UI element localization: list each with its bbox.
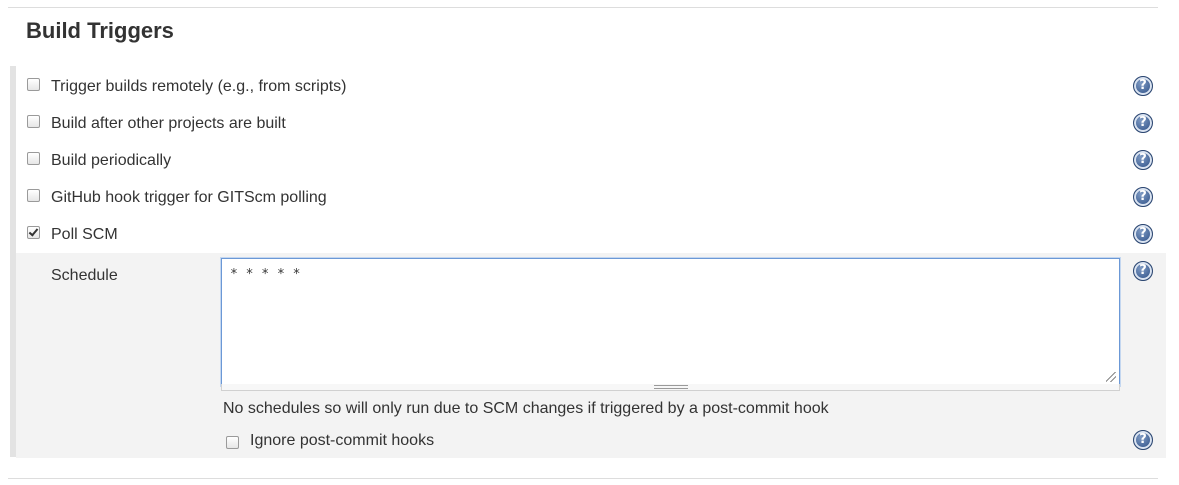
ignore-hooks-row: Ignore post-commit hooks bbox=[226, 430, 1166, 454]
build-triggers-page: Build Triggers Trigger builds remotely (… bbox=[0, 0, 1179, 485]
help-icon[interactable]: ? bbox=[1133, 76, 1153, 96]
textarea-drag-handle[interactable] bbox=[221, 384, 1120, 391]
help-icon[interactable]: ? bbox=[1133, 150, 1153, 170]
trigger-row-remote: Trigger builds remotely (e.g., from scri… bbox=[16, 68, 1166, 105]
trigger-github-hook-checkbox[interactable] bbox=[27, 189, 40, 202]
trigger-row-github-hook: GitHub hook trigger for GITScm polling ? bbox=[16, 179, 1166, 216]
trigger-github-hook-label[interactable]: GitHub hook trigger for GITScm polling bbox=[51, 188, 327, 208]
trigger-after-other-checkbox[interactable] bbox=[27, 115, 40, 128]
ignore-hooks-label[interactable]: Ignore post-commit hooks bbox=[250, 431, 434, 451]
trigger-row-poll-scm: Poll SCM ? bbox=[16, 216, 1166, 253]
bottom-divider bbox=[8, 478, 1158, 479]
help-icon[interactable]: ? bbox=[1133, 113, 1153, 133]
trigger-poll-scm-label[interactable]: Poll SCM bbox=[51, 225, 118, 245]
schedule-label: Schedule bbox=[51, 267, 118, 284]
trigger-periodically-checkbox[interactable] bbox=[27, 152, 40, 165]
trigger-remote-checkbox[interactable] bbox=[27, 78, 40, 91]
resize-grip-icon[interactable] bbox=[1106, 372, 1116, 382]
ignore-hooks-checkbox[interactable] bbox=[226, 436, 239, 449]
help-icon[interactable]: ? bbox=[1133, 261, 1153, 281]
help-icon[interactable]: ? bbox=[1133, 187, 1153, 207]
trigger-row-periodically: Build periodically ? bbox=[16, 142, 1166, 179]
trigger-poll-scm-checkbox[interactable] bbox=[27, 226, 40, 239]
trigger-after-other-label[interactable]: Build after other projects are built bbox=[51, 114, 286, 134]
schedule-note: No schedules so will only run due to SCM… bbox=[223, 400, 829, 417]
schedule-textarea[interactable]: * * * * * bbox=[221, 258, 1120, 386]
trigger-periodically-label[interactable]: Build periodically bbox=[51, 151, 171, 171]
section-title: Build Triggers bbox=[26, 18, 174, 43]
help-icon[interactable]: ? bbox=[1133, 430, 1153, 450]
drag-handle-grip-icon bbox=[654, 385, 688, 389]
help-icon[interactable]: ? bbox=[1133, 224, 1153, 244]
trigger-row-after-other: Build after other projects are built ? bbox=[16, 105, 1166, 142]
trigger-remote-label[interactable]: Trigger builds remotely (e.g., from scri… bbox=[51, 77, 346, 97]
top-divider bbox=[8, 7, 1158, 8]
